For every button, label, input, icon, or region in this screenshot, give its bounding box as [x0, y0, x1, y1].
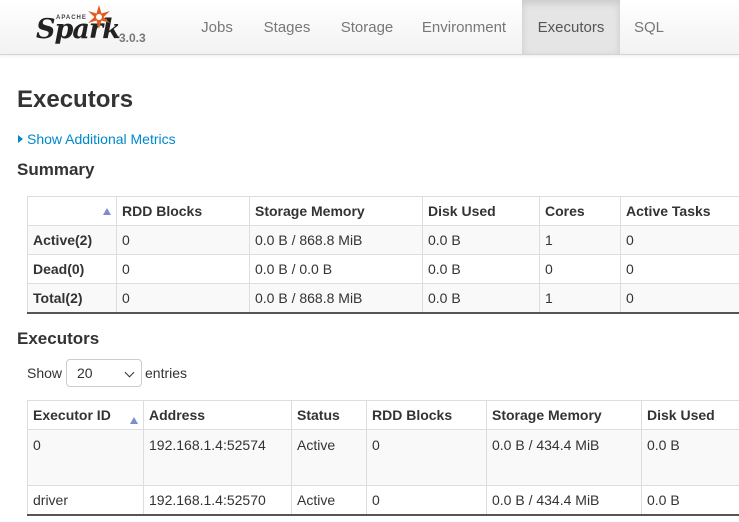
cell: 0: [620, 283, 739, 314]
cell: 0: [27, 429, 144, 486]
cell: 0: [620, 225, 739, 255]
brand-apache: APACHE: [56, 15, 87, 21]
summary-header-row: RDD Blocks Storage Memory Disk Used Core…: [27, 196, 739, 226]
col-executor-id[interactable]: Executor ID: [27, 400, 144, 430]
summary-table: RDD Blocks Storage Memory Disk Used Core…: [27, 196, 739, 314]
col-executor-id-label: Executor ID: [33, 406, 111, 423]
cell: 0.0 B / 0.0 B: [249, 254, 423, 284]
summary-col-rdd-blocks[interactable]: RDD Blocks: [116, 196, 250, 226]
cell: 0: [366, 485, 487, 516]
tab-sql[interactable]: SQL: [624, 0, 674, 54]
col-storage-memory[interactable]: Storage Memory: [486, 400, 642, 430]
summary-row-label: Active(2): [27, 225, 117, 255]
entries-select-value: 20: [77, 365, 93, 381]
cell: 0: [366, 429, 487, 486]
cell: 0.0 B / 868.8 MiB: [249, 283, 423, 314]
col-status[interactable]: Status: [291, 400, 367, 430]
cell: 192.168.1.4:52574: [143, 429, 292, 486]
show-additional-metrics-link[interactable]: Show Additional Metrics: [18, 131, 176, 147]
show-additional-metrics-label: Show Additional Metrics: [27, 131, 176, 147]
cell: 0.0 B / 868.8 MiB: [249, 225, 423, 255]
table-row: driver 192.168.1.4:52570 Active 0 0.0 B …: [27, 485, 739, 516]
table-row: Active(2) 0 0.0 B / 868.8 MiB 0.0 B 1 0: [27, 225, 739, 255]
tab-jobs[interactable]: Jobs: [188, 0, 246, 54]
brand-version: 3.0.3: [119, 31, 146, 45]
cell: 192.168.1.4:52570: [143, 485, 292, 516]
col-address[interactable]: Address: [143, 400, 292, 430]
summary-col-sort[interactable]: [27, 196, 117, 226]
cell: 0: [116, 225, 250, 255]
cell: 0: [116, 283, 250, 314]
cell: 0.0 B: [422, 283, 540, 314]
executors-heading: Executors: [17, 329, 100, 348]
cell: 0.0 B / 434.4 MiB: [486, 429, 642, 486]
cell: 0.0 B: [641, 429, 739, 486]
summary-col-storage-memory[interactable]: Storage Memory: [249, 196, 423, 226]
summary-col-cores[interactable]: Cores: [539, 196, 621, 226]
sort-ascending-icon: [130, 416, 138, 424]
entries-label: entries: [145, 365, 188, 381]
cell: driver: [27, 485, 144, 516]
sort-ascending-icon: [103, 208, 111, 215]
cell: Active: [291, 485, 367, 516]
tab-environment[interactable]: Environment: [412, 0, 516, 54]
expand-triangle-icon: [18, 135, 23, 143]
tab-executors[interactable]: Executors: [522, 0, 620, 54]
cell: 1: [539, 283, 621, 314]
table-row: 0 192.168.1.4:52574 Active 0 0.0 B / 434…: [27, 429, 739, 486]
cell: 0.0 B / 434.4 MiB: [486, 485, 642, 516]
summary-col-disk-used[interactable]: Disk Used: [422, 196, 540, 226]
summary-col-active-tasks[interactable]: Active Tasks: [620, 196, 739, 226]
chevron-down-icon: [124, 367, 135, 378]
cell: 0: [620, 254, 739, 284]
tab-stages[interactable]: Stages: [251, 0, 323, 54]
cell: 0.0 B: [422, 225, 540, 255]
table-row: Total(2) 0 0.0 B / 868.8 MiB 0.0 B 1 0: [27, 283, 739, 314]
cell: 0: [539, 254, 621, 284]
cell: 1: [539, 225, 621, 255]
table-row: Dead(0) 0 0.0 B / 0.0 B 0.0 B 0 0: [27, 254, 739, 284]
entries-select[interactable]: 20: [66, 359, 142, 387]
col-rdd-blocks[interactable]: RDD Blocks: [366, 400, 487, 430]
spark-logo[interactable]: Spark APACHE 3.0.3: [34, 4, 154, 50]
top-navbar: Spark APACHE 3.0.3 Jobs Stages Storage E…: [0, 0, 739, 55]
summary-row-label: Total(2): [27, 283, 117, 314]
executors-header-row: Executor ID Address Status RDD Blocks St…: [27, 400, 739, 430]
summary-heading: Summary: [17, 160, 95, 179]
cell: 0: [116, 254, 250, 284]
executors-table: Executor ID Address Status RDD Blocks St…: [27, 400, 739, 516]
tab-storage[interactable]: Storage: [330, 0, 404, 54]
cell: Active: [291, 429, 367, 486]
cell: 0.0 B: [422, 254, 540, 284]
summary-row-label: Dead(0): [27, 254, 117, 284]
page-title: Executors: [17, 86, 134, 113]
spark-star-icon: [88, 5, 110, 29]
show-label: Show: [27, 365, 63, 381]
col-disk-used[interactable]: Disk Used: [641, 400, 739, 430]
cell: 0.0 B: [641, 485, 739, 516]
